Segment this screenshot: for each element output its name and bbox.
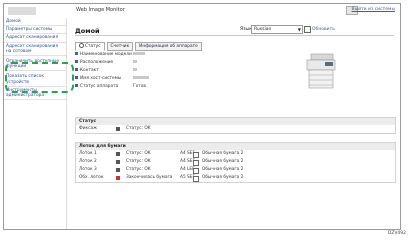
language-select[interactable]: Russian ▼: [251, 25, 303, 34]
redacted-value: [133, 76, 149, 79]
sidebar: Домой Параметры системы Адресат сканиров…: [4, 18, 67, 229]
tab-counter[interactable]: Счетчик: [106, 42, 134, 51]
refresh-icon[interactable]: [304, 26, 311, 33]
divider: [75, 35, 394, 36]
status-row: Фиксаж Статус: OK: [79, 126, 151, 131]
bullet-icon: [75, 60, 78, 63]
paper-tray-section-title: Лоток для бумаги: [76, 143, 395, 150]
table-row: Лоток 2 Статус: OK A4 SEF Обычная бумага…: [79, 159, 244, 166]
tray-alert-icon: [116, 176, 120, 180]
table-row: Лоток 1 Статус: OK A4 SEF Обычная бумага…: [79, 151, 244, 158]
table-row: Обх. лоток Закончилась бумага A5 SEF Обы…: [79, 175, 244, 182]
status-section: Статус Фиксаж Статус: OK: [75, 117, 396, 134]
sidebar-item-scan-destination[interactable]: Адресат сканирования: [4, 34, 66, 43]
status-icon: [116, 127, 120, 131]
language-value: Russian: [254, 27, 272, 32]
highlight-box: [5, 62, 74, 93]
table-row: Лоток 3 Статус: OK A4 LEF Обычная бумага…: [79, 167, 244, 174]
tabs: Статус Счетчик Информация об аппарате: [75, 42, 202, 51]
info-row-model: Наименование модели: [75, 52, 145, 58]
chevron-down-icon: ▼: [297, 27, 301, 32]
redacted-value: [133, 60, 137, 63]
paper-tray-section: Лоток для бумаги Лоток 1 Статус: OK A4 S…: [75, 142, 396, 183]
figure-code: DZV492: [387, 231, 406, 236]
sidebar-item-system-settings[interactable]: Параметры системы: [4, 26, 66, 35]
bullet-icon: [75, 84, 78, 87]
tab-device-info[interactable]: Информация об аппарате: [135, 42, 202, 51]
tray-status-icon: [116, 152, 120, 156]
radio-icon: [79, 43, 84, 48]
info-row-contact: Контакт: [75, 68, 137, 74]
device-info-panel: Наименование модели Расположение Контакт…: [75, 52, 395, 104]
bullet-icon: [75, 52, 78, 55]
tab-status[interactable]: Статус: [75, 42, 105, 51]
bullet-icon: [75, 76, 78, 79]
main-content: Домой Язык Russian ▼ Обновить Статус Сче…: [67, 18, 400, 229]
redacted-value: [133, 68, 137, 71]
tray-status-icon: [116, 168, 120, 172]
info-row-hostname: Имя хост-системы: [75, 76, 149, 82]
app-title: Web Image Monitor: [76, 7, 125, 13]
sidebar-item-scan-destination-mobile[interactable]: Адресат сканирования на сотовом: [4, 43, 66, 57]
logout-link[interactable]: Выйти из системы: [352, 7, 396, 12]
top-bar: Web Image Monitor Выйти из системы: [4, 4, 400, 18]
refresh-link[interactable]: Обновить: [312, 27, 335, 32]
paper-orientation-icon: [193, 176, 199, 182]
info-row-location: Расположение: [75, 60, 137, 66]
page-title: Домой: [75, 27, 100, 35]
redacted-value: [133, 52, 145, 55]
logo: [8, 7, 36, 15]
bullet-icon: [75, 68, 78, 71]
printer-image: [306, 53, 336, 89]
tray-status-icon: [116, 160, 120, 164]
status-section-title: Статус: [76, 118, 395, 125]
info-row-device-status: Статус аппарата Готов: [75, 84, 146, 90]
sidebar-item-home[interactable]: Домой: [4, 18, 66, 27]
browser-frame: Web Image Monitor Выйти из системы Домой…: [3, 3, 401, 230]
